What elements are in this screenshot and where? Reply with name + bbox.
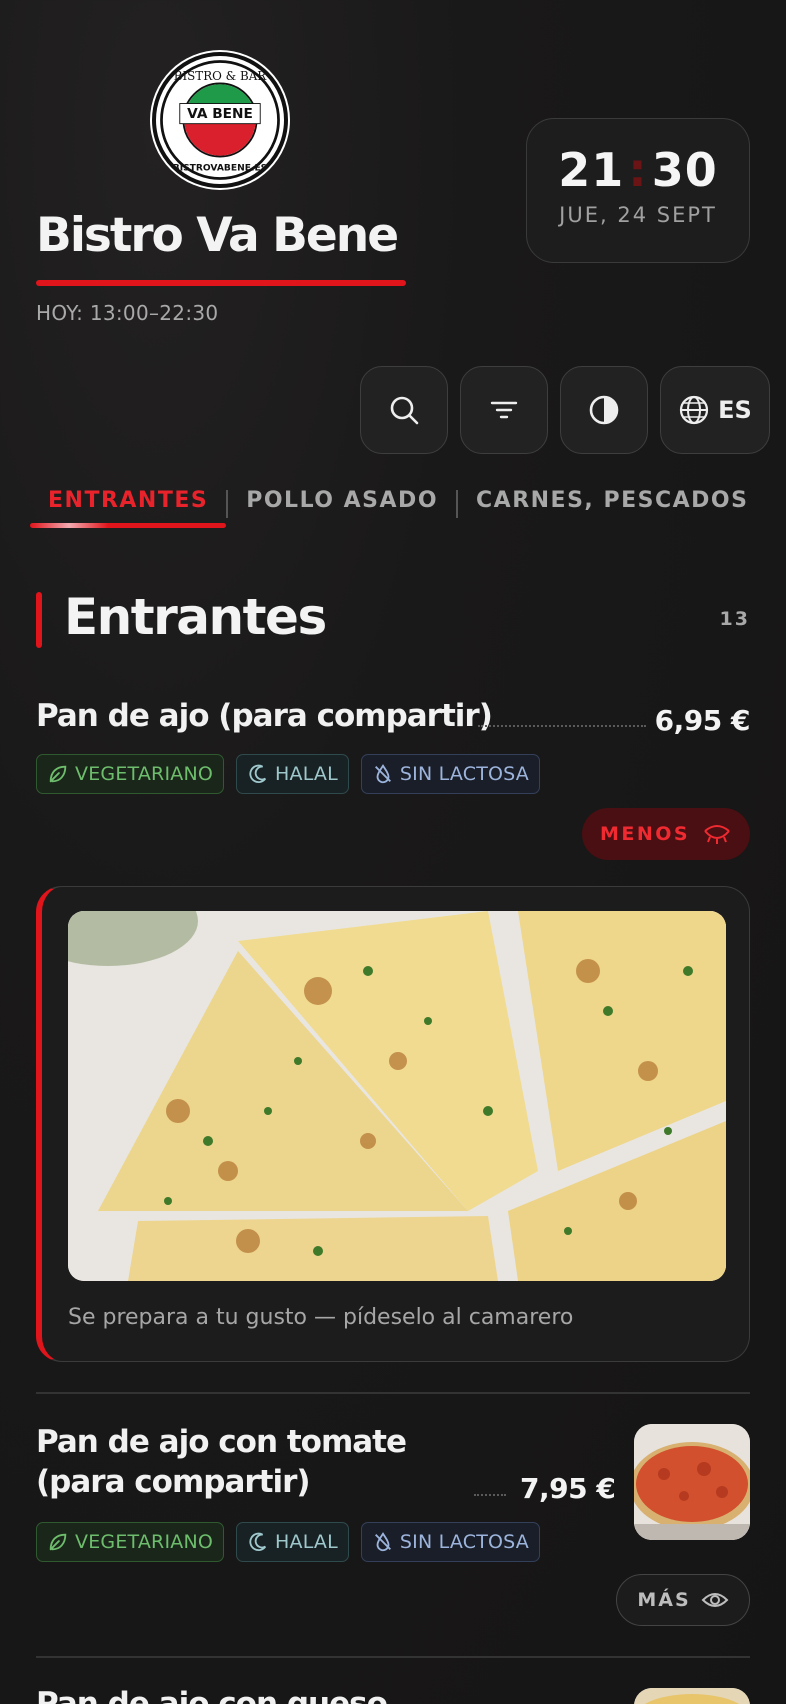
clock-hours: 21: [558, 143, 625, 197]
tag-label: VEGETARIANO: [75, 763, 214, 785]
item-name-line: Pan de ajo con tomate: [36, 1424, 407, 1460]
no-milk-icon: [374, 1532, 391, 1552]
clock-widget: 21:30 JUE, 24 SEPT: [526, 118, 750, 263]
no-milk-icon: [374, 764, 391, 784]
tag-label: VEGETARIANO: [75, 1531, 214, 1553]
price-leader-dots: [478, 725, 646, 727]
tag-lactose-free: SIN LACTOSA: [360, 754, 540, 794]
section-title: Entrantes: [64, 588, 327, 646]
contrast-icon: [589, 395, 619, 425]
price-leader-dots: [474, 1494, 506, 1496]
tag-vegetarian: VEGETARIANO: [36, 754, 225, 794]
show-more-label: MÁS: [637, 1589, 691, 1611]
item-price: 6,95 €: [654, 704, 751, 737]
show-less-label: MENOS: [599, 823, 691, 845]
tag-halal: HALAL: [236, 754, 349, 794]
item-photo: [68, 911, 726, 1281]
svg-text:BISTRO & BAR: BISTRO & BAR: [174, 69, 268, 83]
tomato-bread-photo: [634, 1424, 750, 1540]
item-thumbnail[interactable]: [634, 1688, 750, 1704]
tab-entrantes[interactable]: ENTRANTES: [30, 478, 227, 534]
moon-icon: [249, 764, 267, 783]
item-name-line: (para compartir): [36, 1464, 311, 1500]
tag-lactose-free: SIN LACTOSA: [360, 1522, 540, 1562]
item-name: Pan de ajo (para compartir): [36, 698, 493, 734]
leaf-icon: [49, 765, 67, 783]
item-tags: VEGETARIANO HALAL SIN LACTOSA: [36, 1522, 540, 1562]
tag-label: SIN LACTOSA: [399, 763, 529, 785]
svg-text:BISTROVABENE.ES: BISTROVABENE.ES: [173, 163, 268, 173]
item-note: Se prepara a tu gusto — pídeselo al cama…: [68, 1305, 574, 1330]
logo-image: VA BENE BISTRO & BAR BISTROVABENE.ES: [160, 60, 280, 180]
show-more-button[interactable]: MÁS: [616, 1574, 750, 1626]
language-label: ES: [718, 396, 752, 424]
clock-separator: :: [628, 143, 648, 197]
tag-label: HALAL: [275, 1531, 338, 1553]
section-accent-bar: [36, 592, 42, 648]
tag-halal: HALAL: [236, 1522, 349, 1562]
cheese-bread-photo: [634, 1688, 750, 1704]
item-name: Pan de ajo con tomate (para compartir): [36, 1422, 407, 1502]
svg-text:VA BENE: VA BENE: [187, 106, 253, 122]
filter-button[interactable]: [460, 366, 548, 454]
item-name: Pan de ajo con queso: [36, 1686, 388, 1704]
restaurant-logo: VA BENE BISTRO & BAR BISTROVABENE.ES: [152, 52, 288, 188]
search-icon: [390, 396, 419, 425]
eye-icon: [701, 1593, 729, 1607]
clock-time: 21:30: [527, 143, 749, 197]
tag-vegetarian: VEGETARIANO: [36, 1522, 225, 1562]
title-underline: [36, 280, 406, 286]
section-item-count: 13: [719, 608, 750, 630]
search-button[interactable]: [360, 366, 448, 454]
item-divider: [36, 1392, 750, 1394]
item-detail-card: Se prepara a tu gusto — pídeselo al cama…: [36, 886, 750, 1362]
category-tabs: ENTRANTES POLLO ASADO CARNES, PESCADOS: [30, 478, 786, 538]
globe-icon: [680, 395, 709, 425]
language-button[interactable]: ES: [660, 366, 770, 454]
item-thumbnail[interactable]: [634, 1424, 750, 1540]
tab-pollo-asado[interactable]: POLLO ASADO: [228, 478, 456, 534]
tag-label: HALAL: [275, 763, 338, 785]
theme-toggle-button[interactable]: [560, 366, 648, 454]
opening-hours: HOY: 13:00–22:30: [36, 301, 219, 325]
garlic-bread-photo: [68, 911, 726, 1281]
moon-icon: [249, 1532, 267, 1551]
tab-carnes-pescados[interactable]: CARNES, PESCADOS: [458, 478, 766, 534]
clock-date: JUE, 24 SEPT: [559, 203, 717, 227]
leaf-icon: [49, 1533, 67, 1551]
eye-closed-icon: [704, 825, 730, 844]
show-less-button[interactable]: MENOS: [582, 808, 750, 860]
item-divider: [36, 1656, 750, 1658]
clock-minutes: 30: [651, 143, 718, 197]
item-price: 7,95 €: [520, 1472, 616, 1505]
tag-label: SIN LACTOSA: [399, 1531, 529, 1553]
filter-icon: [490, 401, 518, 419]
restaurant-name: Bistro Va Bene: [36, 208, 399, 263]
item-tags: VEGETARIANO HALAL SIN LACTOSA: [36, 754, 540, 794]
